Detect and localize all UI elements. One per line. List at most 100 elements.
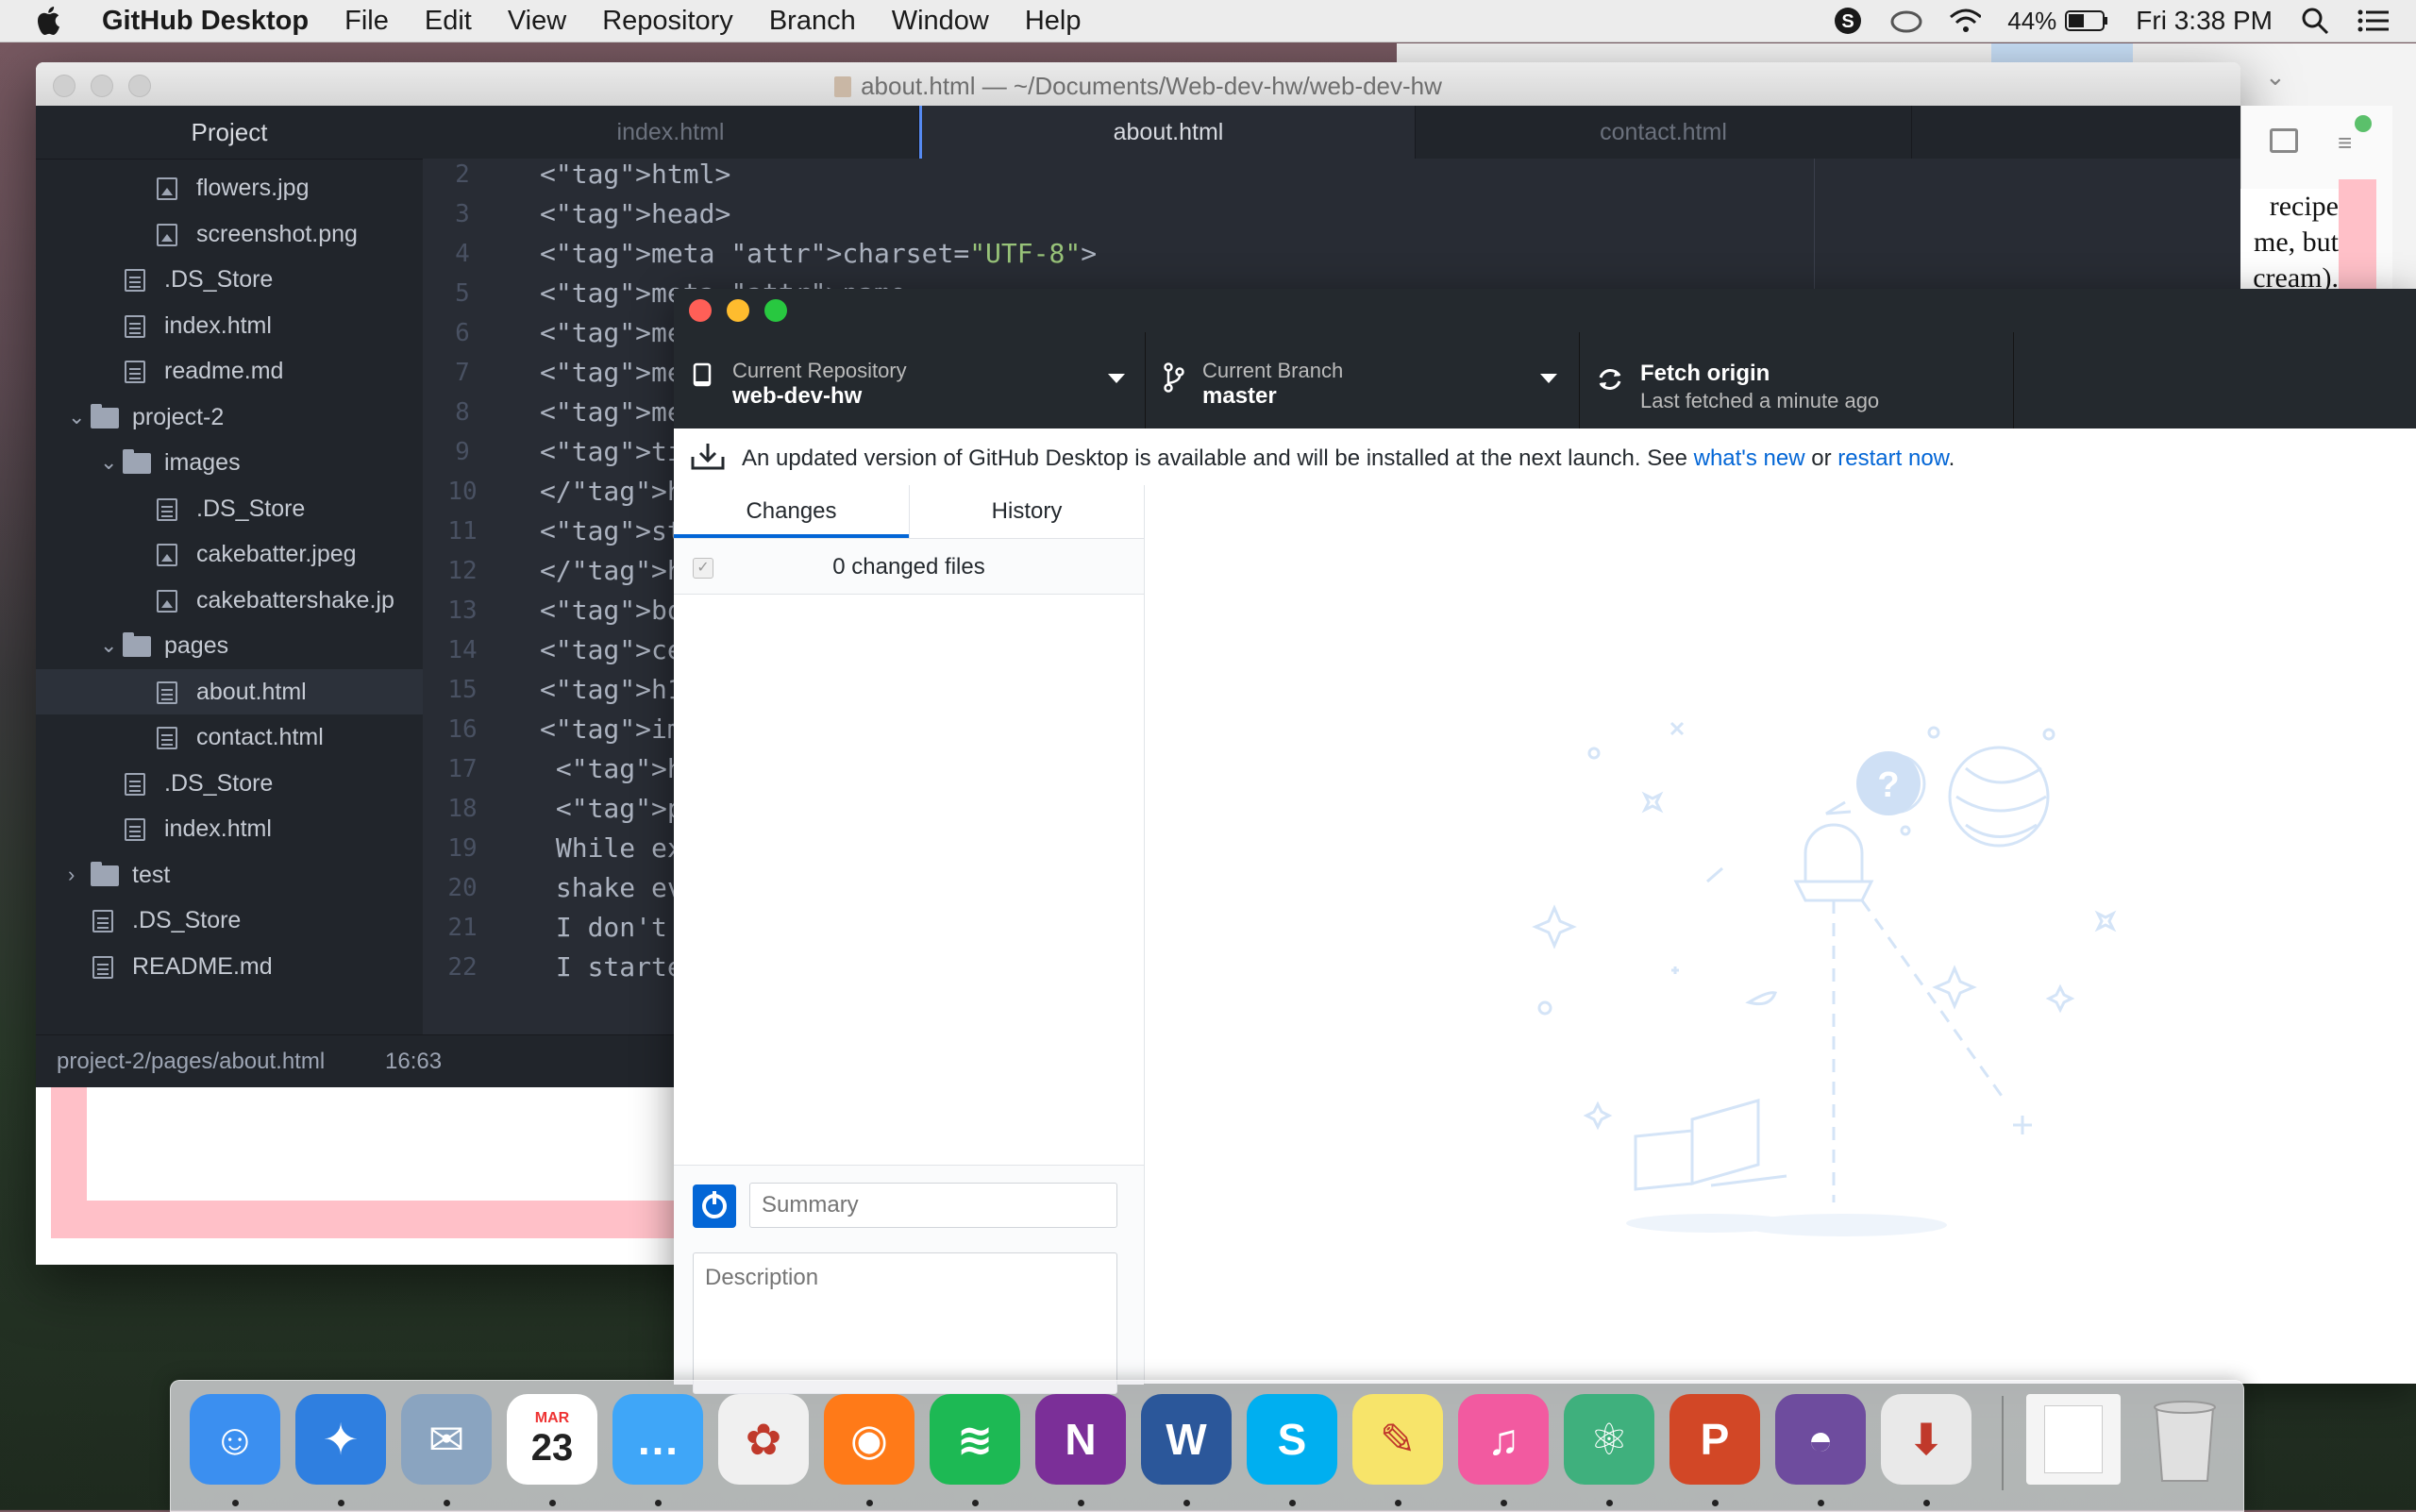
running-indicator (338, 1500, 344, 1506)
spotify-icon[interactable]: ≋ (930, 1394, 1020, 1485)
tree-item[interactable]: ⌄ project-2 (36, 395, 423, 440)
whats-new-link[interactable]: what's new (1694, 445, 1805, 471)
downloads-stack-icon[interactable] (2026, 1394, 2121, 1485)
menu-view[interactable]: View (508, 6, 566, 37)
menu-file[interactable]: File (344, 6, 389, 37)
tree-item[interactable]: cakebattershake.jp (36, 578, 423, 623)
status-file-path[interactable]: project-2/pages/about.html (57, 1049, 325, 1075)
tree-item[interactable]: cakebatter.jpeg (36, 531, 423, 577)
skype-icon[interactable]: S (1247, 1394, 1337, 1485)
current-repository-selector[interactable]: Current Repository web-dev-hw (674, 332, 1146, 428)
github-desktop-icon[interactable]: ◓ (1775, 1394, 1866, 1485)
dock-icon-glyph: ◓ (1807, 1415, 1834, 1464)
word-icon[interactable]: W (1141, 1394, 1232, 1485)
tree-item-label: .DS_Store (164, 266, 274, 293)
tree-item-label: project-2 (132, 403, 225, 430)
tab-changes[interactable]: Changes (674, 485, 909, 538)
preview-text-snippet: recipe me, but cream). (2240, 189, 2339, 293)
tree-item[interactable]: flowers.jpg (36, 165, 423, 210)
html-file-icon (834, 76, 852, 97)
restart-now-link[interactable]: restart now (1837, 445, 1948, 471)
tree-item-label: test (132, 861, 171, 888)
tree-item[interactable]: › test (36, 852, 423, 898)
photos-icon[interactable]: ✿ (718, 1394, 809, 1485)
close-window-button[interactable] (689, 299, 712, 322)
trash-icon[interactable] (2139, 1394, 2230, 1485)
file-icon (125, 772, 145, 796)
tab-about-html[interactable]: about.html (919, 106, 1416, 159)
dock-icon-glyph: ⬇ (1907, 1415, 1945, 1464)
line-number: 2 (455, 160, 470, 189)
minimize-window-button[interactable] (727, 299, 749, 322)
line-number: 14 (447, 636, 478, 664)
itunes-icon[interactable]: ♫ (1458, 1394, 1549, 1485)
stickies-icon[interactable]: ✎ (1352, 1394, 1443, 1485)
safari-icon[interactable]: ✦ (295, 1394, 386, 1485)
firefox-icon[interactable]: ◉ (824, 1394, 914, 1485)
onenote-icon[interactable]: N (1035, 1394, 1126, 1485)
tree-item[interactable]: about.html (36, 668, 423, 714)
tree-item[interactable]: index.html (36, 303, 423, 348)
creative-cloud-icon[interactable] (1890, 5, 1922, 37)
menu-edit[interactable]: Edit (425, 6, 472, 37)
commit-summary-input[interactable] (749, 1183, 1117, 1228)
tree-item[interactable]: screenshot.png (36, 211, 423, 257)
file-icon (157, 727, 177, 749)
running-indicator (1395, 1500, 1401, 1506)
zoom-window-button[interactable] (764, 299, 787, 322)
current-branch-selector[interactable]: Current Branch master (1146, 332, 1580, 428)
chevron-down-icon[interactable]: ⌄ (68, 395, 87, 440)
tree-item[interactable]: .DS_Store (36, 486, 423, 531)
office-installer-icon[interactable]: ⬇ (1881, 1394, 1971, 1485)
messages-icon[interactable]: … (612, 1394, 703, 1485)
menu-repository[interactable]: Repository (602, 6, 733, 37)
folder-icon (123, 449, 151, 474)
split-pane-icon[interactable] (2270, 128, 2298, 153)
tree-item[interactable]: .DS_Store (36, 898, 423, 943)
menu-window[interactable]: Window (892, 6, 989, 37)
chevron-down-icon[interactable]: ⌄ (100, 440, 119, 485)
tree-item[interactable]: .DS_Store (36, 257, 423, 302)
repo-label: Current Repository (732, 359, 907, 382)
menubar-clock[interactable]: Fri 3:38 PM (2136, 6, 2273, 36)
wifi-icon[interactable] (1949, 5, 1982, 37)
skype-status-icon[interactable]: S (1832, 5, 1864, 37)
commit-description-input[interactable] (693, 1252, 1117, 1394)
apple-menu-icon[interactable] (36, 5, 64, 37)
tree-item[interactable]: contact.html (36, 714, 423, 760)
spotlight-search-icon[interactable] (2299, 5, 2331, 37)
menu-help[interactable]: Help (1025, 6, 1082, 37)
menu-branch[interactable]: Branch (769, 6, 856, 37)
fetch-origin-button[interactable]: Fetch origin Last fetched a minute ago (1580, 332, 2014, 428)
dock-separator (2002, 1396, 2004, 1490)
atom-icon[interactable]: ⚛ (1564, 1394, 1654, 1485)
chevron-down-icon[interactable]: ⌄ (2265, 62, 2286, 92)
chevron-right-icon[interactable]: › (68, 852, 87, 898)
line-number: 19 (447, 834, 478, 863)
line-number: 22 (447, 953, 478, 982)
battery-icon[interactable] (2064, 5, 2109, 37)
tree-item[interactable]: README.md (36, 944, 423, 989)
line-number: 6 (455, 319, 470, 347)
branch-icon (1164, 362, 1184, 393)
project-tab[interactable]: Project (36, 106, 423, 160)
status-cursor-position[interactable]: 16:63 (385, 1049, 442, 1075)
dock-icon-glyph: ◉ (849, 1415, 889, 1464)
app-name-menu[interactable]: GitHub Desktop (102, 6, 309, 37)
tree-item[interactable]: index.html (36, 806, 423, 851)
finder-icon[interactable]: ☺ (190, 1394, 280, 1485)
tree-item[interactable]: readme.md (36, 348, 423, 394)
tree-item[interactable]: .DS_Store (36, 761, 423, 806)
github-titlebar (674, 289, 2416, 332)
mail-icon[interactable]: ✉ (401, 1394, 492, 1485)
calendar-icon[interactable]: MAR 23 (507, 1394, 597, 1485)
chevron-down-icon[interactable]: ⌄ (100, 623, 119, 668)
tree-item[interactable]: ⌄ images (36, 440, 423, 485)
image-file-icon (157, 544, 177, 566)
tree-item[interactable]: ⌄ pages (36, 623, 423, 668)
tab-index-html[interactable]: index.html (423, 106, 919, 159)
tab-history[interactable]: History (909, 485, 1144, 538)
powerpoint-icon[interactable]: P (1669, 1394, 1760, 1485)
tab-contact-html[interactable]: contact.html (1416, 106, 1912, 159)
notification-center-icon[interactable] (2357, 5, 2390, 37)
